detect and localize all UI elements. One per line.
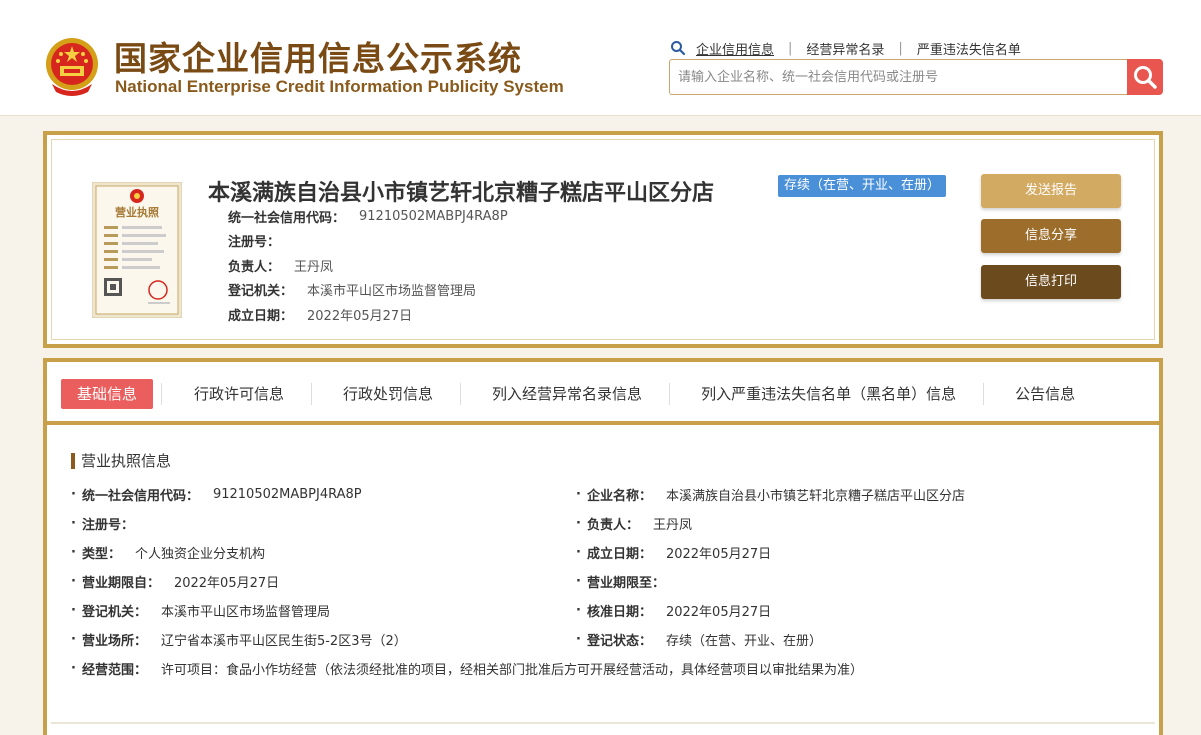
- field-reg-status: · 登记状态： 存续（在营、开业、在册）: [576, 631, 822, 649]
- field-term-to: · 营业期限至：: [576, 573, 665, 591]
- section-title-text: 营业执照信息: [81, 452, 172, 470]
- field-authority: · 登记机关： 本溪市平山区市场监督管理局: [71, 602, 330, 620]
- national-emblem-icon: [46, 38, 98, 96]
- field-label: 营业期限自：: [81, 575, 160, 591]
- site-header: 国家企业信用信息公示系统 National Enterprise Credit …: [0, 0, 1201, 116]
- field-value: 王丹凤: [652, 517, 692, 533]
- tab-separator: [983, 382, 985, 405]
- field-principal: · 负责人： 王丹凤: [576, 515, 692, 533]
- field-premises: · 营业场所： 辽宁省本溪市平山区民生街5-2区3号（2）: [71, 631, 407, 649]
- info-credit-code: 统一社会信用代码： 91210502MABPJ4RA8P: [228, 204, 508, 229]
- info-value: 本溪市平山区市场监督管理局: [307, 284, 477, 300]
- info-value: 王丹凤: [294, 259, 334, 275]
- nav-abnormal-list[interactable]: 经营异常名录: [806, 39, 884, 58]
- field-value: 91210502MABPJ4RA8P: [212, 486, 362, 502]
- tab-announcements[interactable]: 公告信息: [1015, 383, 1075, 404]
- field-label: 登记状态：: [586, 633, 652, 649]
- search-button[interactable]: [1127, 59, 1163, 95]
- nav-enterprise-credit[interactable]: 企业信用信息: [696, 39, 774, 58]
- tab-separator: [161, 382, 163, 405]
- business-license-image[interactable]: 营业执照: [92, 182, 182, 318]
- company-summary: 统一社会信用代码： 91210502MABPJ4RA8P 注册号： 负责人： 王…: [228, 204, 508, 327]
- field-label: 登记机关：: [81, 604, 147, 620]
- field-value: 2022年05月27日: [665, 604, 772, 620]
- tab-blacklist[interactable]: 列入严重违法失信名单（黑名单）信息: [701, 383, 956, 404]
- field-label: 统一社会信用代码：: [81, 488, 199, 504]
- tab-separator: [669, 382, 671, 405]
- field-value: 许可项目：食品小作坊经营（依法须经批准的项目，经相关部门批准后方可开展经营活动，…: [160, 662, 863, 678]
- company-name: 本溪满族自治县小市镇艺轩北京糟子糕店平山区分店: [208, 181, 715, 206]
- tab-admin-license[interactable]: 行政许可信息: [194, 383, 284, 404]
- field-label: 注册号：: [81, 517, 134, 533]
- field-value: 存续（在营、开业、在册）: [665, 633, 822, 649]
- field-business-scope: · 经营范围： 许可项目：食品小作坊经营（依法须经批准的项目，经相关部门批准后方…: [71, 660, 863, 678]
- top-nav: 企业信用信息 | 经营异常名录 | 严重违法失信名单: [670, 38, 1021, 58]
- info-label: 成立日期：: [228, 308, 294, 324]
- search-icon: [671, 41, 686, 56]
- nav-blacklist[interactable]: 严重违法失信名单: [917, 39, 1021, 58]
- search-icon: [1134, 66, 1157, 89]
- field-value: 2022年05月27日: [173, 575, 280, 591]
- tab-separator: [311, 382, 313, 405]
- field-label: 核准日期：: [586, 604, 652, 620]
- field-value: 本溪市平山区市场监督管理局: [160, 604, 330, 620]
- section-title: 营业执照信息: [71, 450, 171, 471]
- tabs-divider: [47, 421, 1159, 425]
- nav-separator: |: [898, 40, 903, 56]
- field-label: 营业场所：: [81, 633, 147, 649]
- field-approval-date: · 核准日期： 2022年05月27日: [576, 602, 772, 620]
- info-established: 成立日期： 2022年05月27日: [228, 302, 508, 327]
- site-title-en: National Enterprise Credit Information P…: [115, 77, 564, 96]
- share-info-button[interactable]: 信息分享: [981, 219, 1121, 253]
- field-label: 类型：: [81, 546, 121, 562]
- info-label: 登记机关：: [228, 284, 294, 300]
- status-badge: 存续（在营、开业、在册）: [778, 175, 947, 197]
- field-established: · 成立日期： 2022年05月27日: [576, 544, 772, 562]
- info-value: 2022年05月27日: [307, 308, 413, 324]
- info-reg-number: 注册号：: [228, 229, 508, 254]
- field-credit-code: · 统一社会信用代码： 91210502MABPJ4RA8P: [71, 486, 362, 504]
- field-label: 营业期限至：: [586, 575, 665, 591]
- search-input[interactable]: [669, 59, 1129, 95]
- info-value: 91210502MABPJ4RA8P: [359, 208, 508, 224]
- section-marker: [71, 452, 75, 469]
- field-reg-number: · 注册号：: [71, 515, 134, 533]
- field-term-from: · 营业期限自： 2022年05月27日: [71, 573, 280, 591]
- nav-separator: |: [788, 40, 793, 56]
- info-label: 注册号：: [228, 235, 281, 251]
- send-report-button[interactable]: 发送报告: [981, 174, 1121, 208]
- tab-separator: [460, 382, 462, 405]
- tab-abnormal-list[interactable]: 列入经营异常名录信息: [492, 383, 642, 404]
- license-title: 营业执照: [115, 205, 159, 219]
- site-title-cn: 国家企业信用信息公示系统: [114, 39, 522, 78]
- field-label: 成立日期：: [586, 546, 652, 562]
- field-label: 经营范围：: [81, 662, 147, 678]
- company-card: 营业执照 本溪满族自治县小市镇艺轩北京糟子糕店平山区分店 存续（在营、开业、在册…: [43, 131, 1163, 348]
- field-type: · 类型： 个人独资企业分支机构: [71, 544, 265, 562]
- info-label: 统一社会信用代码：: [228, 210, 346, 226]
- tab-bar: 基础信息 行政许可信息 行政处罚信息 列入经营异常名录信息 列入严重违法失信名单…: [51, 366, 1155, 421]
- detail-bottom-rule: [51, 722, 1155, 724]
- print-info-button[interactable]: 信息打印: [981, 265, 1121, 299]
- field-label: 企业名称：: [586, 488, 652, 504]
- info-label: 负责人：: [228, 259, 281, 275]
- info-principal: 负责人： 王丹凤: [228, 253, 508, 278]
- tab-basic-info[interactable]: 基础信息: [61, 378, 154, 409]
- detail-panel: 基础信息 行政许可信息 行政处罚信息 列入经营异常名录信息 列入严重违法失信名单…: [43, 358, 1163, 735]
- field-label: 负责人：: [586, 517, 639, 533]
- field-value: 2022年05月27日: [665, 546, 772, 562]
- field-value: 个人独资企业分支机构: [134, 546, 265, 562]
- field-value: 辽宁省本溪市平山区民生街5-2区3号（2）: [160, 633, 407, 649]
- tab-admin-penalty[interactable]: 行政处罚信息: [343, 383, 433, 404]
- field-value: 本溪满族自治县小市镇艺轩北京糟子糕店平山区分店: [665, 488, 965, 504]
- field-company-name: · 企业名称： 本溪满族自治县小市镇艺轩北京糟子糕店平山区分店: [576, 486, 965, 504]
- info-authority: 登记机关： 本溪市平山区市场监督管理局: [228, 278, 508, 303]
